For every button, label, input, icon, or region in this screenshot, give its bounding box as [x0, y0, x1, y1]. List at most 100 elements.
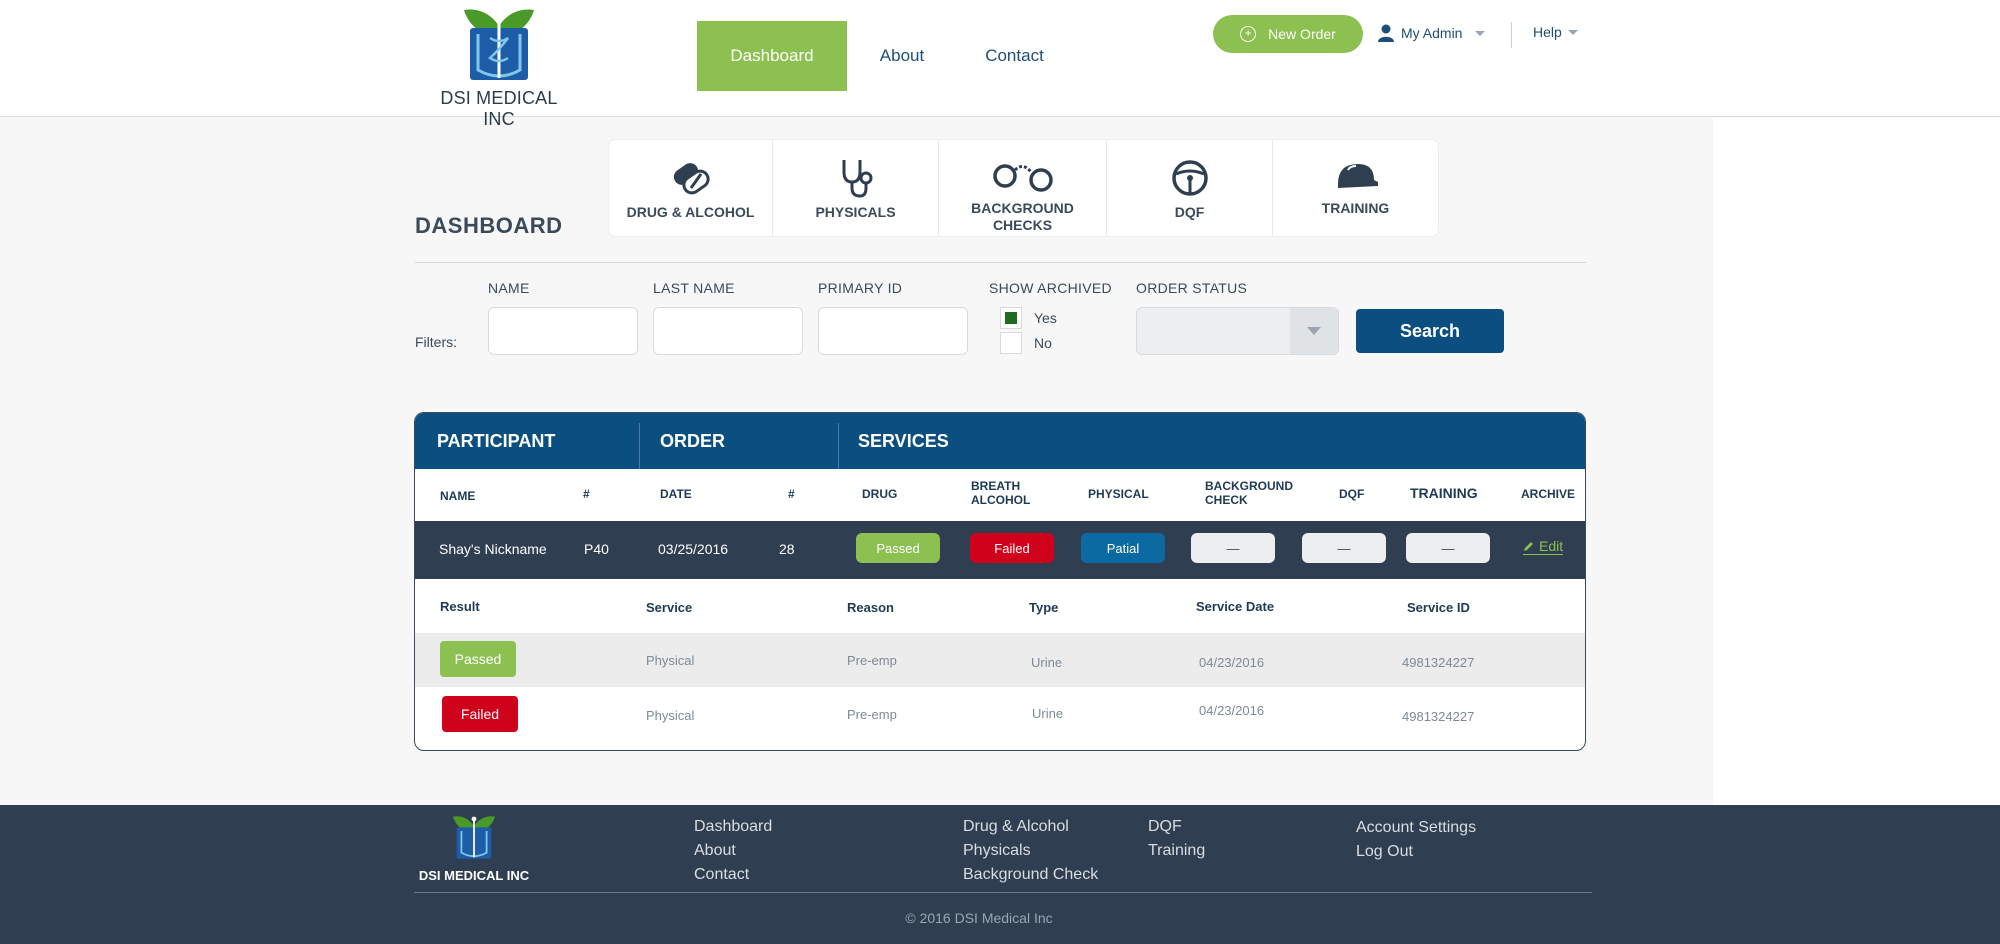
tile-physicals[interactable]: PHYSICALS: [773, 140, 939, 236]
reason-cell: Pre-emp: [847, 653, 897, 668]
primary-id-filter-label: PRIMARY ID: [818, 280, 903, 296]
service-date-cell: 04/23/2016: [1199, 703, 1265, 718]
col-background-check: BACKGROUND CHECK: [1205, 479, 1293, 507]
service-date-cell: 04/23/2016: [1199, 655, 1265, 670]
tile-drug-alcohol[interactable]: DRUG & ALCOHOL: [609, 140, 773, 236]
footer-link-contact[interactable]: Contact: [694, 863, 772, 887]
nav-about[interactable]: About: [847, 21, 957, 91]
archived-yes-label: Yes: [1034, 310, 1057, 326]
nav-contact[interactable]: Contact: [957, 21, 1072, 91]
footer-col-main: Dashboard About Contact: [694, 815, 772, 887]
sub-col-type: Type: [1029, 600, 1059, 615]
col-breath-alcohol: BREATH ALCOHOL: [971, 479, 1031, 507]
service-cell: Physical: [646, 708, 695, 723]
group-order: ORDER: [660, 430, 726, 451]
last-name-filter-label: LAST NAME: [653, 280, 735, 296]
order-number: 28: [779, 541, 795, 557]
footer-logo[interactable]: DSI MEDICAL INC: [416, 813, 532, 883]
side-panel: [1713, 118, 2000, 805]
nav-dashboard[interactable]: Dashboard: [697, 21, 847, 91]
training-status-badge[interactable]: —: [1406, 533, 1490, 563]
footer-link-dqf[interactable]: DQF: [1148, 815, 1205, 839]
table-row[interactable]: Shay's Nickname P40 03/25/2016 28 Passed…: [415, 521, 1585, 579]
footer-link-dashboard[interactable]: Dashboard: [694, 815, 772, 839]
table-row[interactable]: Failed Physical Pre-emp Urine 04/23/2016…: [415, 687, 1585, 741]
footer-link-log-out[interactable]: Log Out: [1356, 840, 1476, 864]
group-participant: PARTICIPANT: [437, 430, 556, 451]
footer-link-account-settings[interactable]: Account Settings: [1356, 816, 1476, 840]
breath-status-badge[interactable]: Failed: [970, 533, 1054, 563]
help-menu[interactable]: Help: [1533, 24, 1578, 40]
last-name-input[interactable]: [653, 307, 803, 355]
type-cell: Urine: [1032, 706, 1064, 721]
table-row[interactable]: Passed Physical Pre-emp Urine 04/23/2016…: [415, 633, 1585, 687]
main-nav: Dashboard About Contact: [697, 21, 1072, 91]
tile-background-checks[interactable]: BACKGROUND CHECKS: [939, 140, 1107, 236]
footer-link-about[interactable]: About: [694, 839, 772, 863]
footer-link-physicals[interactable]: Physicals: [963, 839, 1098, 863]
page-footer: DSI MEDICAL INC Dashboard About Contact …: [0, 805, 2000, 944]
header-divider: [1511, 22, 1512, 48]
footer-col-services: Drug & Alcohol Physicals Background Chec…: [963, 815, 1098, 887]
pencil-icon: [1524, 542, 1533, 551]
service-id-cell: 4981324227: [1402, 655, 1475, 670]
col-name: NAME: [440, 489, 476, 503]
top-header: DSI MEDICAL INC Dashboard About Contact …: [0, 0, 2000, 129]
stethoscope-icon: [842, 160, 872, 198]
brand-name: DSI MEDICAL INC: [440, 88, 558, 129]
physical-status-badge[interactable]: Patial: [1081, 533, 1165, 563]
group-services: SERVICES: [858, 430, 949, 451]
filters-label: Filters:: [415, 334, 457, 350]
edit-link[interactable]: Edit: [1523, 538, 1564, 555]
tile-label: PHYSICALS: [815, 204, 896, 220]
order-status-select[interactable]: [1136, 307, 1339, 355]
handcuffs-icon: [992, 164, 1053, 192]
archived-yes-option[interactable]: Yes: [1000, 307, 1057, 329]
archived-no-checkbox[interactable]: [1000, 332, 1022, 354]
footer-brand-name: DSI MEDICAL INC: [418, 868, 530, 883]
dqf-status-badge[interactable]: —: [1302, 533, 1386, 563]
footer-link-training[interactable]: Training: [1148, 839, 1205, 863]
result-badge: Passed: [440, 641, 516, 677]
col-participant-number: #: [583, 487, 590, 501]
drug-status-badge[interactable]: Passed: [856, 533, 940, 563]
sub-col-result: Result: [440, 599, 480, 614]
footer-link-drug-alcohol[interactable]: Drug & Alcohol: [963, 815, 1098, 839]
archived-no-option[interactable]: No: [1000, 332, 1052, 354]
page-title: DASHBOARD: [415, 213, 563, 238]
help-label: Help: [1533, 24, 1562, 40]
primary-id-input[interactable]: [818, 307, 968, 355]
chevron-down-icon: [1567, 29, 1578, 35]
footer-col-more: DQF Training: [1148, 815, 1205, 863]
tile-training[interactable]: TRAINING: [1273, 140, 1438, 236]
type-cell: Urine: [1031, 655, 1063, 670]
group-divider: [639, 423, 640, 469]
col-dqf: DQF: [1339, 487, 1365, 501]
group-divider: [838, 423, 839, 469]
service-cell: Physical: [646, 653, 695, 668]
col-physical: PHYSICAL: [1088, 487, 1149, 501]
new-order-button[interactable]: + New Order: [1213, 15, 1363, 53]
chevron-down-icon: [1475, 30, 1486, 36]
archived-yes-checkbox[interactable]: [1000, 307, 1022, 329]
tile-label: DQF: [1174, 204, 1205, 220]
orders-table: PARTICIPANT ORDER SERVICES NAME # DATE #…: [414, 412, 1586, 751]
new-order-label: New Order: [1268, 26, 1336, 42]
user-icon: [1378, 24, 1394, 42]
caduceus-logo-icon: [453, 816, 495, 859]
order-date: 03/25/2016: [658, 541, 729, 557]
service-id-cell: 4981324227: [1402, 709, 1475, 724]
footer-col-account: Account Settings Log Out: [1356, 816, 1476, 864]
admin-menu[interactable]: My Admin: [1378, 24, 1486, 42]
background-status-badge[interactable]: —: [1191, 533, 1275, 563]
tile-dqf[interactable]: DQF: [1107, 140, 1273, 236]
footer-link-background-check[interactable]: Background Check: [963, 863, 1098, 887]
footer-divider: [414, 892, 1592, 893]
search-button[interactable]: Search: [1356, 309, 1504, 353]
name-input[interactable]: [488, 307, 638, 355]
copyright: © 2016 DSI Medical Inc: [905, 910, 1053, 926]
plus-circle-icon: +: [1240, 26, 1257, 42]
brand-logo[interactable]: DSI MEDICAL INC: [426, 4, 572, 130]
dropdown-arrow-icon[interactable]: [1290, 308, 1338, 354]
show-archived-label: SHOW ARCHIVED: [989, 280, 1112, 296]
